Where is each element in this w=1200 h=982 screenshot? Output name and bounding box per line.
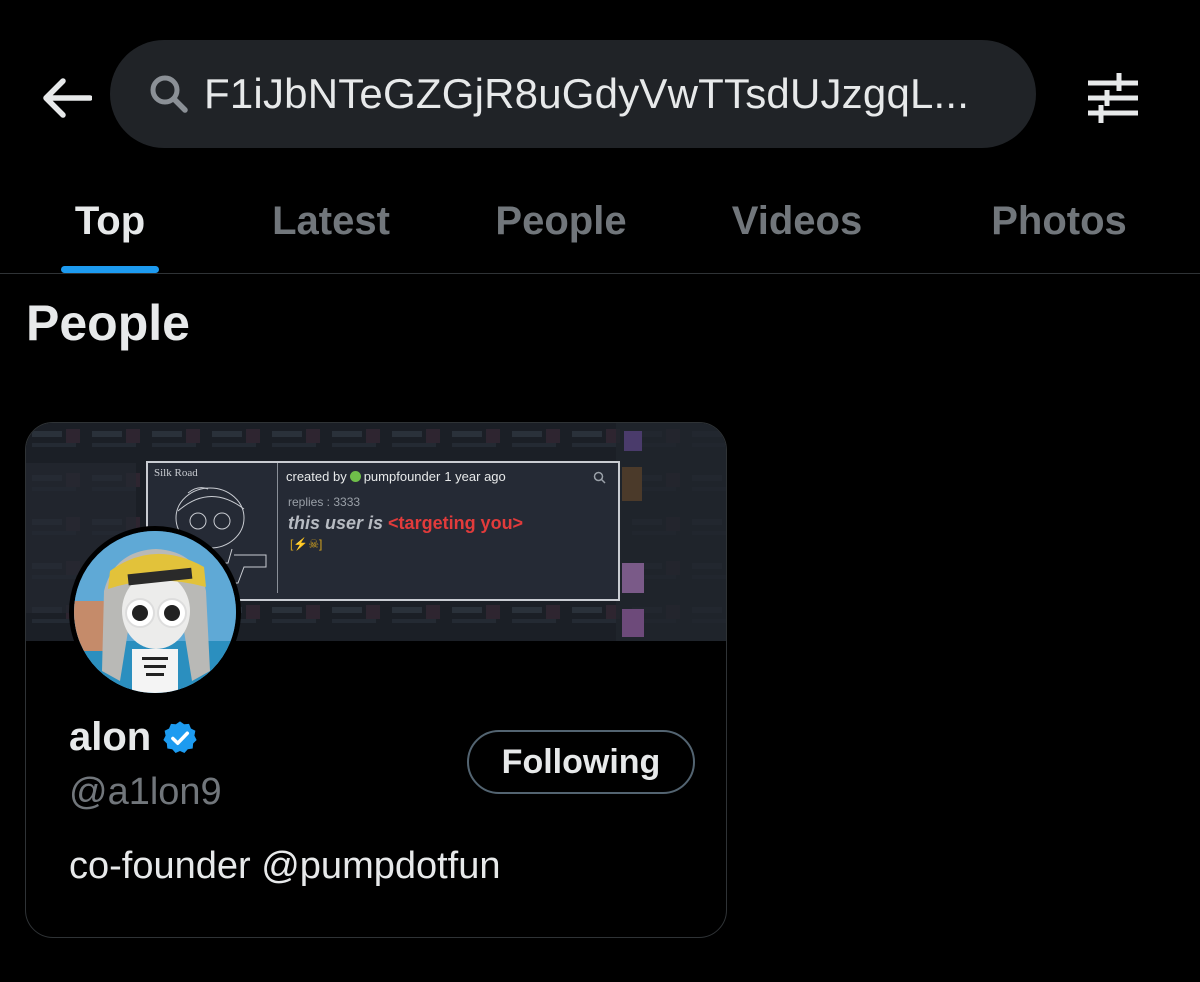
thread-line-prefix: this user is: [288, 513, 389, 533]
user-handle: @a1lon9: [69, 771, 222, 813]
thread-search-icon: [593, 471, 606, 484]
created-ago: 1 year ago: [444, 469, 506, 484]
following-button[interactable]: Following: [467, 730, 695, 794]
tab-top[interactable]: Top: [60, 168, 160, 274]
section-title: People: [26, 295, 190, 351]
profile-avatar[interactable]: [69, 526, 241, 698]
tab-latest[interactable]: Latest: [255, 168, 407, 274]
tab-videos[interactable]: Videos: [715, 168, 879, 274]
search-icon: [148, 73, 190, 115]
thread-icons: [⚡☠]: [290, 537, 323, 551]
verified-badge-icon: [163, 720, 197, 753]
created-by-prefix: created by: [286, 469, 347, 484]
frog-icon: [349, 471, 361, 482]
back-button[interactable]: [38, 70, 94, 126]
display-name[interactable]: alon: [69, 715, 151, 760]
thread-meta: created by pumpfounder 1 year ago: [286, 469, 506, 484]
arrow-left-icon: [43, 78, 92, 118]
search-settings-button[interactable]: [1080, 68, 1146, 128]
search-tabs: Top Latest People Videos Photos: [0, 168, 1200, 274]
thread-line-highlight: <targeting you>: [388, 513, 524, 533]
avatar-image: [74, 531, 236, 693]
top-bar: F1iJbNTeGZGjR8uGdyVwTTsdUJzgqL...: [0, 0, 1200, 180]
creator-name: pumpfounder: [363, 469, 441, 484]
user-card[interactable]: Silk Road created by pumpfounder 1 year …: [25, 422, 727, 938]
user-bio: co-founder @pumpdotfun: [69, 845, 501, 887]
search-input[interactable]: F1iJbNTeGZGjR8uGdyVwTTsdUJzgqL...: [110, 40, 1036, 148]
tab-photos[interactable]: Photos: [975, 168, 1143, 274]
tab-people[interactable]: People: [480, 168, 642, 274]
search-query: F1iJbNTeGZGjR8uGdyVwTTsdUJzgqL...: [204, 70, 970, 117]
sliders-icon: [1088, 73, 1138, 123]
name-row: alon: [69, 715, 199, 760]
thread-replies: replies : 3333: [288, 495, 361, 509]
active-tab-indicator: [61, 266, 159, 273]
thread-line: this user is <targeting you>: [288, 513, 523, 534]
